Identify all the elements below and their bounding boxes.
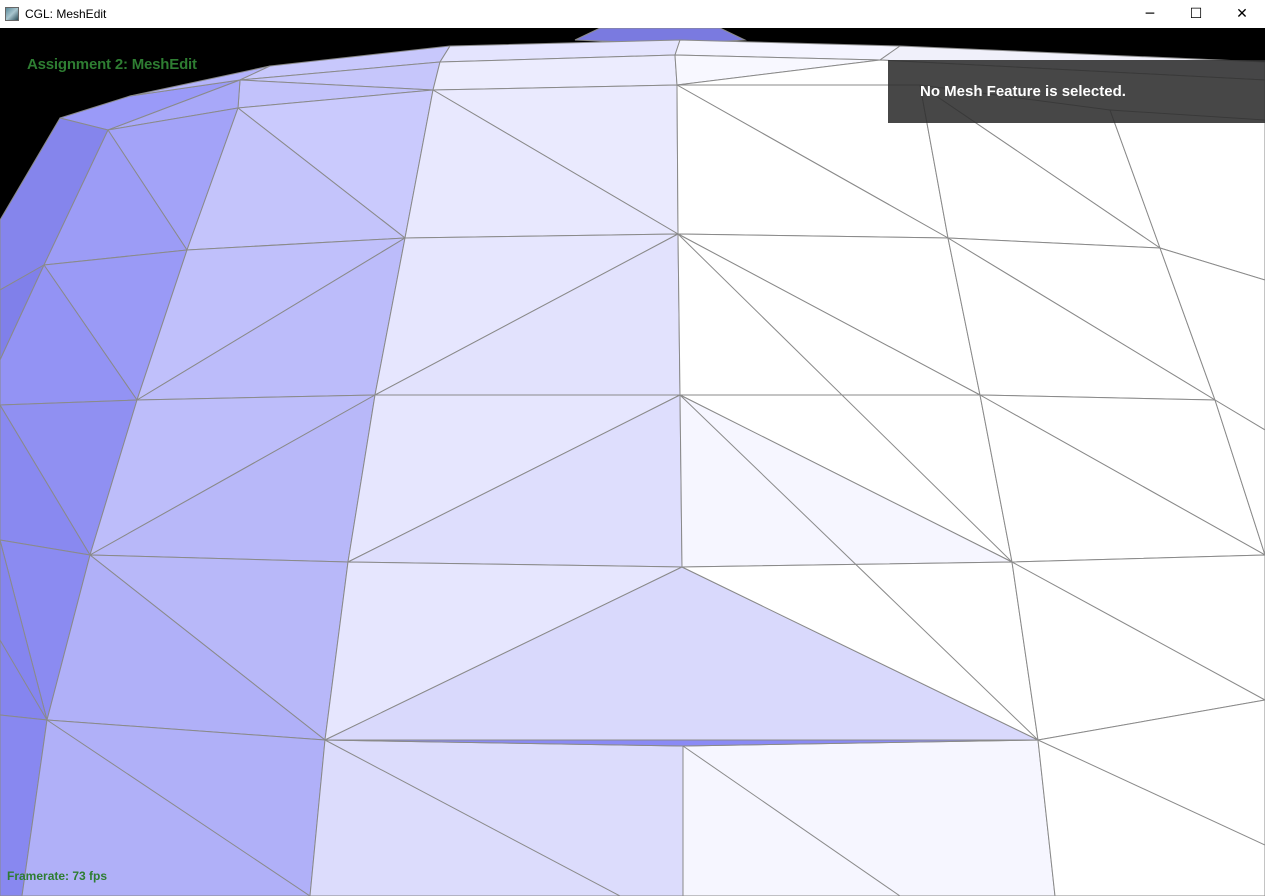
minimize-icon: ─ — [1145, 6, 1155, 22]
app-window: CGL: MeshEdit ─ ☐ ✕ Assignment 2: MeshEd… — [0, 0, 1265, 896]
title-bar[interactable]: CGL: MeshEdit ─ ☐ ✕ — [0, 0, 1265, 28]
window-controls: ─ ☐ ✕ — [1127, 0, 1265, 28]
maximize-button[interactable]: ☐ — [1173, 0, 1219, 28]
app-heading: Assignment 2: MeshEdit — [27, 56, 197, 73]
minimize-button[interactable]: ─ — [1127, 0, 1173, 28]
selection-status: No Mesh Feature is selected. — [920, 83, 1126, 100]
app-icon — [5, 7, 19, 21]
mesh-viewport[interactable]: Assignment 2: MeshEdit No Mesh Feature i… — [0, 28, 1265, 896]
window-title: CGL: MeshEdit — [25, 7, 107, 21]
mesh-render[interactable] — [0, 28, 1265, 896]
maximize-icon: ☐ — [1189, 6, 1203, 22]
close-icon: ✕ — [1236, 6, 1248, 22]
info-panel: No Mesh Feature is selected. — [888, 60, 1265, 123]
close-button[interactable]: ✕ — [1219, 0, 1265, 28]
framerate-readout: Framerate: 73 fps — [7, 869, 108, 883]
